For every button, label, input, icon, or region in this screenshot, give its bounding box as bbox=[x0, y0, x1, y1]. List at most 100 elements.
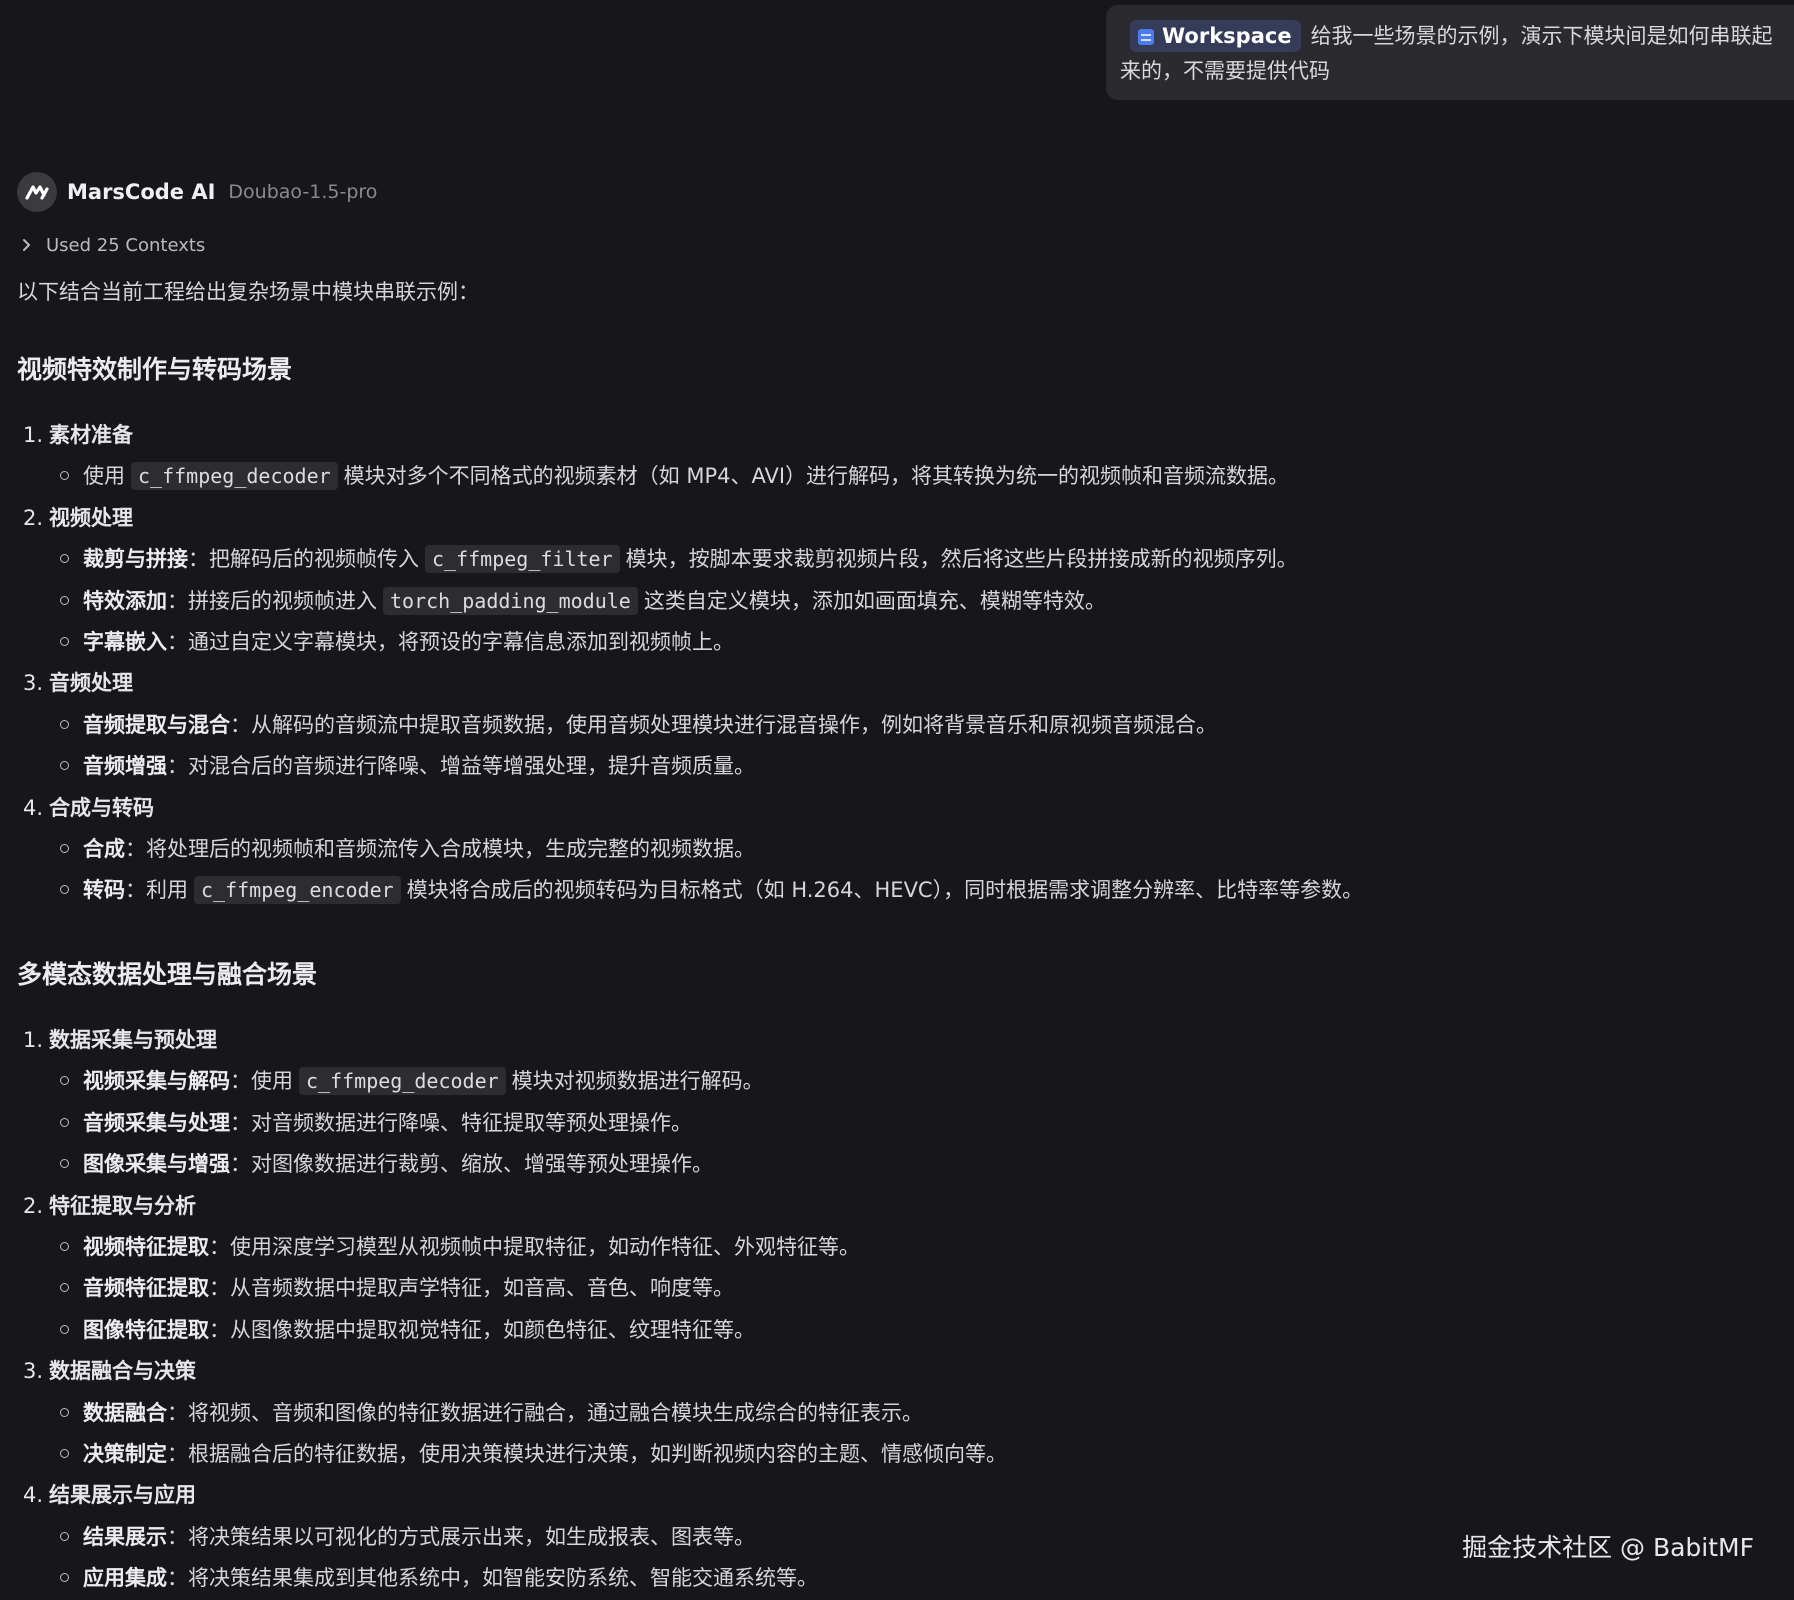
bullet-item: 音频增强：对混合后的音频进行降噪、增益等增强处理，提升音频质量。 bbox=[17, 746, 1517, 787]
bullet-text: ：将决策结果以可视化的方式展示出来，如生成报表、图表等。 bbox=[167, 1524, 755, 1549]
bullet-text: ：拼接后的视频帧进入 bbox=[167, 588, 377, 613]
bullet-item: 裁剪与拼接：把解码后的视频帧传入 c_ffmpeg_filter 模块，按脚本要求裁… bbox=[17, 539, 1517, 580]
bullet-item: 字幕嵌入：通过自定义字幕模块，将预设的字幕信息添加到视频帧上。 bbox=[17, 622, 1517, 663]
step-heading: 1. 素材准备 bbox=[17, 415, 1517, 456]
bullet-circle-icon bbox=[60, 1407, 69, 1417]
bullet-bold-label: 应用集成 bbox=[83, 1566, 167, 1591]
bullet-circle-icon bbox=[60, 1076, 69, 1086]
bullet-text: ：使用 bbox=[230, 1069, 293, 1094]
step-heading: 3. 数据融合与决策 bbox=[17, 1351, 1517, 1392]
bullet-text: ：通过自定义字幕模块，将预设的字幕信息添加到视频帧上。 bbox=[167, 629, 734, 654]
bullet-text-tail: 模块对多个不同格式的视频素材（如 MP4、AVI）进行解码，将其转换为统一的视频… bbox=[343, 464, 1290, 489]
bullet-bold-label: 视频特征提取 bbox=[83, 1234, 209, 1259]
step-number: 3. bbox=[23, 671, 44, 696]
step-number: 3. bbox=[23, 1359, 44, 1384]
bullet-item: 合成：将处理后的视频帧和音频流传入合成模块，生成完整的视频数据。 bbox=[17, 829, 1517, 870]
bullet-circle-icon bbox=[60, 885, 69, 895]
step-title: 素材准备 bbox=[49, 423, 133, 447]
bullet-item: 数据融合：将视频、音频和图像的特征数据进行融合，通过融合模块生成综合的特征表示。 bbox=[17, 1393, 1517, 1434]
bullet-circle-icon bbox=[60, 843, 69, 853]
bullet-circle-icon bbox=[60, 595, 69, 605]
bullet-text: ：将决策结果集成到其他系统中，如智能安防系统、智能交通系统等。 bbox=[167, 1566, 818, 1591]
bullet-text: ：把解码后的视频帧传入 bbox=[188, 547, 419, 572]
assistant-name: MarsCode AI bbox=[67, 180, 216, 204]
section-list: 1. 素材准备 使用 c_ffmpeg_decoder 模块对多个不同格式的视频素材（如… bbox=[17, 415, 1517, 912]
bullet-text: ：从音频数据中提取声学特征，如音高、音色、响度等。 bbox=[209, 1276, 734, 1301]
used-contexts-label: Used 25 Contexts bbox=[46, 234, 206, 256]
bullet-item: 决策制定：根据融合后的特征数据，使用决策模块进行决策，如判断视频内容的主题、情感… bbox=[17, 1434, 1517, 1475]
step-heading: 1. 数据采集与预处理 bbox=[17, 1020, 1517, 1061]
user-message-line2: 来的，不需要提供代码 bbox=[1120, 59, 1330, 83]
bullet-item: 特效添加：拼接后的视频帧进入 torch_padding_module 这类自定义模… bbox=[17, 581, 1517, 622]
bullet-item: 音频提取与混合：从解码的音频流中提取音频数据，使用音频处理模块进行混音操作，例如… bbox=[17, 705, 1517, 746]
bullet-item: 结果展示：将决策结果以可视化的方式展示出来，如生成报表、图表等。 bbox=[17, 1517, 1517, 1558]
bullet-bold-label: 音频特征提取 bbox=[83, 1276, 209, 1301]
inline-code: torch_padding_module bbox=[383, 586, 638, 615]
bullet-circle-icon bbox=[60, 1531, 69, 1541]
step-title: 数据采集与预处理 bbox=[49, 1028, 217, 1052]
bullet-text-tail: 模块对视频数据进行解码。 bbox=[511, 1069, 764, 1094]
inline-code: c_ffmpeg_encoder bbox=[194, 876, 401, 905]
bullet-bold-label: 决策制定 bbox=[83, 1441, 167, 1466]
bullet-bold-label: 结果展示 bbox=[83, 1524, 167, 1549]
step-number: 1. bbox=[23, 1028, 44, 1052]
step-heading: 2. 视频处理 bbox=[17, 498, 1517, 539]
inline-code: c_ffmpeg_decoder bbox=[131, 462, 338, 491]
step-number: 2. bbox=[23, 505, 44, 530]
user-message-bubble: Workspace 给我一些场景的示例，演示下模块间是如何串联起 来的，不需要提供… bbox=[1106, 5, 1794, 100]
bullet-bold-label: 图像特征提取 bbox=[83, 1317, 209, 1342]
watermark: 掘金技术社区 @ BabitMF bbox=[1462, 1533, 1754, 1562]
bullet-item: 视频特征提取：使用深度学习模型从视频帧中提取特征，如动作特征、外观特征等。 bbox=[17, 1227, 1517, 1268]
step-title: 特征提取与分析 bbox=[49, 1193, 196, 1218]
bullet-bold-label: 音频采集与处理 bbox=[83, 1110, 230, 1135]
bullet-text-tail: 这类自定义模块，添加如画面填充、模糊等特效。 bbox=[643, 588, 1106, 613]
assistant-header: MarsCode AI Doubao-1.5-pro bbox=[17, 171, 377, 213]
bullet-item: 应用集成：将决策结果集成到其他系统中，如智能安防系统、智能交通系统等。 bbox=[17, 1558, 1517, 1599]
step-title: 视频处理 bbox=[49, 505, 133, 530]
bullet-text: ：从解码的音频流中提取音频数据，使用音频处理模块进行混音操作，例如将背景音乐和原… bbox=[230, 712, 1217, 737]
assistant-model: Doubao-1.5-pro bbox=[228, 181, 378, 203]
bullet-bold-label: 字幕嵌入 bbox=[83, 629, 167, 654]
inline-code: c_ffmpeg_filter bbox=[425, 545, 620, 574]
bullet-circle-icon bbox=[60, 1573, 69, 1583]
bullet-bold-label: 转码 bbox=[83, 878, 125, 903]
bullet-bold-label: 音频提取与混合 bbox=[83, 712, 230, 737]
bullet-text: ：对音频数据进行降噪、特征提取等预处理操作。 bbox=[230, 1110, 692, 1135]
bullet-circle-icon bbox=[60, 1448, 69, 1458]
bullet-text: ：对图像数据进行裁剪、缩放、增强等预处理操作。 bbox=[230, 1152, 713, 1177]
bullet-text: 使用 bbox=[83, 464, 125, 489]
step-number: 1. bbox=[23, 423, 44, 447]
chevron-right-icon bbox=[23, 239, 30, 251]
workspace-icon bbox=[1138, 29, 1154, 45]
step-number: 4. bbox=[23, 795, 44, 820]
step-title: 合成与转码 bbox=[49, 795, 154, 820]
bullet-text: ：对混合后的音频进行降噪、增益等增强处理，提升音频质量。 bbox=[167, 754, 755, 779]
bullet-item: 使用 c_ffmpeg_decoder 模块对多个不同格式的视频素材（如 MP4、A… bbox=[17, 456, 1517, 497]
bullet-circle-icon bbox=[60, 719, 69, 729]
step-number: 2. bbox=[23, 1193, 44, 1218]
workspace-chip-label: Workspace bbox=[1162, 24, 1292, 48]
step-number: 4. bbox=[23, 1483, 44, 1508]
bullet-item: 音频特征提取：从音频数据中提取声学特征，如音高、音色、响度等。 bbox=[17, 1268, 1517, 1309]
bullet-item: 转码：利用 c_ffmpeg_encoder 模块将合成后的视频转码为目标格式（如 … bbox=[17, 870, 1517, 911]
bullet-bold-label: 裁剪与拼接 bbox=[83, 547, 188, 572]
step-title: 数据融合与决策 bbox=[49, 1359, 196, 1384]
bullet-circle-icon bbox=[60, 636, 69, 646]
workspace-chip[interactable]: Workspace bbox=[1130, 20, 1301, 52]
bullet-circle-icon bbox=[60, 471, 69, 481]
bullet-circle-icon bbox=[60, 1241, 69, 1251]
bullet-circle-icon bbox=[60, 761, 69, 771]
step-heading: 4. 结果展示与应用 bbox=[17, 1475, 1517, 1516]
assistant-response: 以下结合当前工程给出复杂场景中模块串联示例： 视频特效制作与转码场景 1. 素材准… bbox=[17, 272, 1517, 1590]
step-heading: 3. 音频处理 bbox=[17, 663, 1517, 704]
bullet-bold-label: 图像采集与增强 bbox=[83, 1152, 230, 1177]
section-title: 多模态数据处理与融合场景 bbox=[17, 960, 318, 989]
bullet-item: 音频采集与处理：对音频数据进行降噪、特征提取等预处理操作。 bbox=[17, 1103, 1517, 1144]
response-intro: 以下结合当前工程给出复杂场景中模块串联示例： bbox=[17, 280, 479, 304]
used-contexts-toggle[interactable]: Used 25 Contexts bbox=[22, 232, 205, 258]
marscode-logo-icon bbox=[17, 172, 57, 212]
bullet-circle-icon bbox=[60, 1159, 69, 1169]
bullet-bold-label: 特效添加 bbox=[83, 588, 167, 613]
bullet-text: ：使用深度学习模型从视频帧中提取特征，如动作特征、外观特征等。 bbox=[209, 1234, 860, 1259]
bullet-circle-icon bbox=[60, 1283, 69, 1293]
